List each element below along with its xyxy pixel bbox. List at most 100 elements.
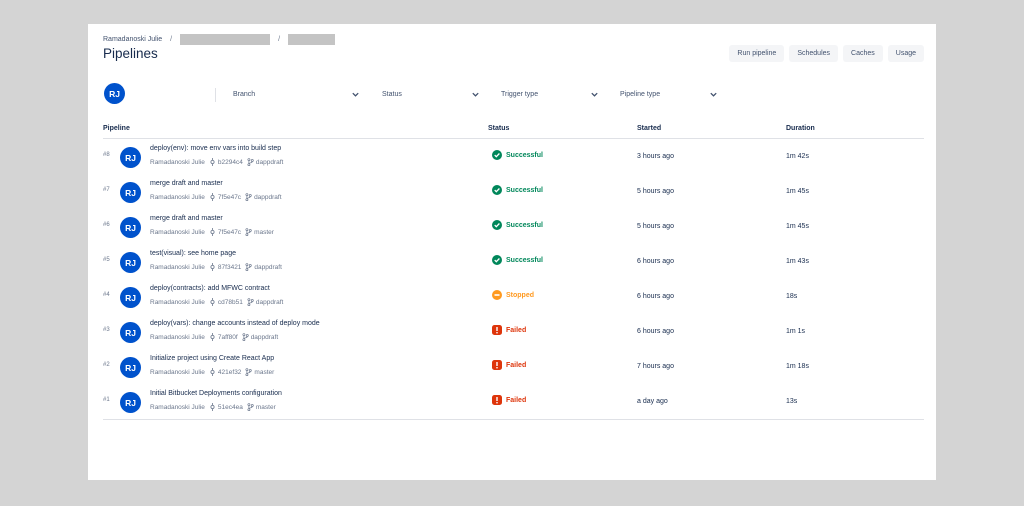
- branch-name-link[interactable]: dappdraft: [254, 194, 281, 201]
- trigger-type-filter[interactable]: Trigger type: [501, 88, 599, 100]
- author-name: Ramadanoski Julie: [150, 333, 205, 341]
- commit-icon: [210, 298, 215, 306]
- usage-button[interactable]: Usage: [887, 45, 924, 62]
- error-icon: [492, 395, 502, 405]
- chevron-down-icon: [591, 92, 598, 97]
- branch-filter-label: Branch: [233, 90, 256, 98]
- commit-message-link[interactable]: Initial Bitbucket Deployments configurat…: [150, 390, 282, 397]
- table-row[interactable]: #8 RJ deploy(env): move env vars into bu…: [103, 140, 924, 175]
- commit-hash-link[interactable]: cd78b51: [218, 299, 243, 306]
- redacted-repo-name: [180, 34, 271, 45]
- branch-icon: [247, 403, 254, 411]
- table-row[interactable]: #6 RJ merge draft and master Ramadanoski…: [103, 210, 924, 245]
- author-avatar: RJ: [120, 217, 141, 238]
- table-row[interactable]: #1 RJ Initial Bitbucket Deployments conf…: [103, 385, 924, 420]
- status-badge: Successful: [492, 255, 543, 265]
- started-time: 3 hours ago: [637, 153, 674, 160]
- author-avatar: RJ: [120, 147, 141, 168]
- author-name: Ramadanoski Julie: [150, 403, 205, 411]
- filter-divider: [215, 88, 216, 102]
- branch-name-link[interactable]: dappdraft: [256, 299, 283, 306]
- duration-value: 18s: [786, 293, 798, 300]
- author-name: Ramadanoski Julie: [150, 298, 205, 306]
- started-time: 6 hours ago: [637, 328, 674, 335]
- pipelines-table: #8 RJ deploy(env): move env vars into bu…: [103, 140, 924, 420]
- table-bottom-divider: [103, 419, 924, 420]
- check-circle-icon: [492, 150, 502, 160]
- status-badge: Successful: [492, 150, 543, 160]
- trigger-type-filter-label: Trigger type: [501, 90, 539, 98]
- branch-name-link[interactable]: dappdraft: [254, 264, 281, 271]
- commit-icon: [210, 333, 215, 341]
- pipeline-meta: Ramadanoski Julie 87f3421 dappdraft: [150, 263, 282, 271]
- author-avatar: RJ: [120, 287, 141, 308]
- branch-name-link[interactable]: dappdraft: [251, 334, 278, 341]
- redacted-section-name: [288, 34, 336, 45]
- pipeline-number: #4: [103, 292, 110, 298]
- pipeline-type-filter[interactable]: Pipeline type: [620, 88, 718, 100]
- branch-icon: [247, 158, 254, 166]
- table-row[interactable]: #7 RJ merge draft and master Ramadanoski…: [103, 175, 924, 210]
- page-title: Pipelines: [103, 46, 158, 61]
- table-row[interactable]: #4 RJ deploy(contracts): add MFWC contra…: [103, 280, 924, 315]
- breadcrumb-owner[interactable]: Ramadanoski Julie: [103, 36, 162, 43]
- caches-button[interactable]: Caches: [843, 45, 883, 62]
- user-filter-avatar[interactable]: RJ: [104, 83, 125, 104]
- branch-name-link[interactable]: master: [256, 404, 276, 411]
- pipeline-meta: Ramadanoski Julie 7f5e47c dappdraft: [150, 193, 282, 201]
- commit-message-link[interactable]: Initialize project using Create React Ap…: [150, 355, 274, 362]
- commit-hash-link[interactable]: 7aff80f: [218, 334, 238, 341]
- check-circle-icon: [492, 185, 502, 195]
- status-badge: Failed: [492, 395, 526, 405]
- author-name: Ramadanoski Julie: [150, 193, 205, 201]
- author-avatar: RJ: [120, 357, 141, 378]
- commit-hash-link[interactable]: 87f3421: [218, 264, 242, 271]
- branch-icon: [245, 368, 253, 376]
- breadcrumb-separator: /: [278, 36, 281, 43]
- author-name: Ramadanoski Julie: [150, 228, 205, 236]
- branch-icon: [245, 228, 252, 236]
- schedules-button[interactable]: Schedules: [789, 45, 839, 62]
- commit-message-link[interactable]: deploy(env): move env vars into build st…: [150, 145, 281, 152]
- check-circle-icon: [492, 255, 502, 265]
- branch-icon: [245, 263, 253, 271]
- branch-name-link[interactable]: master: [254, 369, 274, 376]
- status-badge: Successful: [492, 220, 543, 230]
- run-pipeline-button[interactable]: Run pipeline: [729, 45, 785, 62]
- branch-name-link[interactable]: master: [254, 229, 274, 236]
- commit-hash-link[interactable]: 7f5e47c: [218, 229, 241, 236]
- commit-message-link[interactable]: test(visual): see home page: [150, 250, 236, 257]
- commit-icon: [210, 368, 215, 376]
- breadcrumb-separator: /: [170, 36, 173, 43]
- branch-icon: [242, 333, 249, 341]
- commit-hash-link[interactable]: 421ef32: [218, 369, 242, 376]
- chevron-down-icon: [472, 92, 479, 97]
- status-filter[interactable]: Status: [382, 88, 480, 100]
- commit-message-link[interactable]: deploy(vars): change accounts instead of…: [150, 320, 320, 327]
- column-header-duration: Duration: [786, 125, 815, 132]
- pipeline-meta: Ramadanoski Julie 421ef32 master: [150, 368, 274, 376]
- table-row[interactable]: #5 RJ test(visual): see home page Ramada…: [103, 245, 924, 280]
- commit-hash-link[interactable]: 51ec4ea: [218, 404, 243, 411]
- commit-message-link[interactable]: merge draft and master: [150, 215, 223, 222]
- duration-value: 1m 1s: [786, 328, 806, 335]
- commit-message-link[interactable]: deploy(contracts): add MFWC contract: [150, 285, 270, 292]
- started-time: 6 hours ago: [637, 258, 674, 265]
- status-label: Failed: [506, 326, 527, 334]
- status-label: Successful: [506, 221, 543, 229]
- table-row[interactable]: #3 RJ deploy(vars): change accounts inst…: [103, 315, 924, 350]
- check-circle-icon: [492, 220, 502, 230]
- pipeline-number: #2: [103, 362, 110, 368]
- pipeline-number: #7: [103, 187, 110, 193]
- commit-icon: [210, 263, 215, 271]
- commit-message-link[interactable]: merge draft and master: [150, 180, 223, 187]
- pipeline-meta: Ramadanoski Julie b2294c4 dappdraft: [150, 158, 283, 166]
- status-badge: Successful: [492, 185, 543, 195]
- status-label: Successful: [506, 186, 543, 194]
- branch-filter[interactable]: Branch: [233, 88, 360, 100]
- branch-name-link[interactable]: dappdraft: [256, 159, 283, 166]
- table-row[interactable]: #2 RJ Initialize project using Create Re…: [103, 350, 924, 385]
- commit-hash-link[interactable]: 7f5e47c: [218, 194, 241, 201]
- commit-hash-link[interactable]: b2294c4: [218, 159, 243, 166]
- pipeline-meta: Ramadanoski Julie 51ec4ea master: [150, 403, 276, 411]
